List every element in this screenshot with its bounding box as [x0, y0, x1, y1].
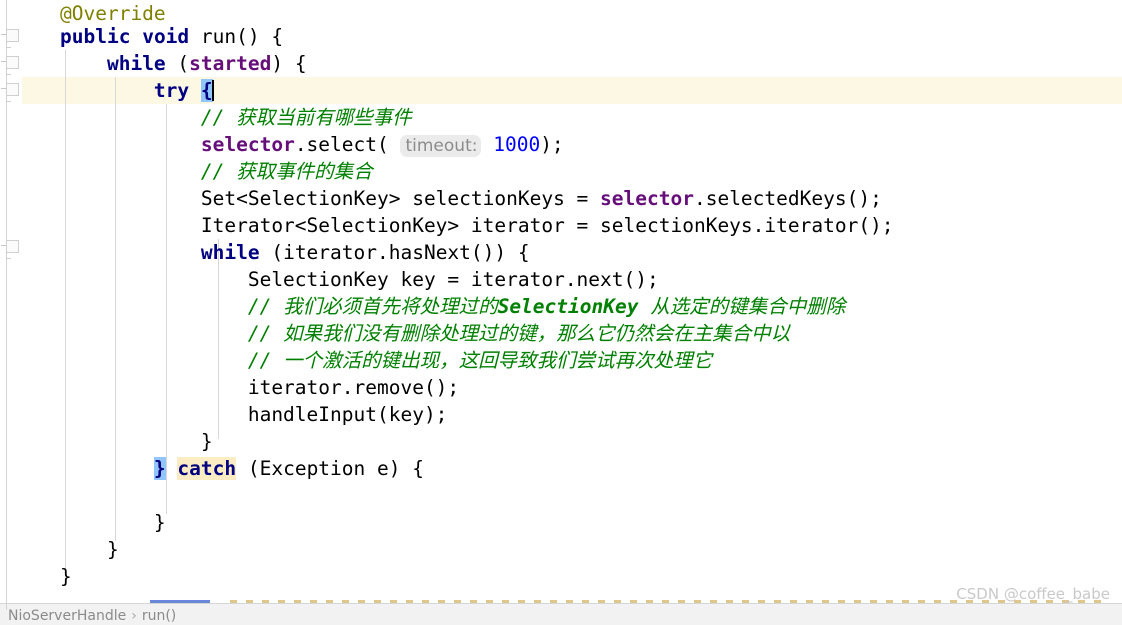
code-token-plain: ); — [540, 133, 564, 156]
fold-region-icon — [6, 29, 19, 42]
code-line[interactable]: try { — [0, 77, 214, 104]
code-token-plain: } — [60, 430, 213, 453]
fold-tail-tip-icon — [6, 101, 11, 102]
code-line[interactable]: Set<SelectionKey> selectionKeys = select… — [0, 185, 882, 212]
code-token-cmt: // 我们必须首先将处理过的 — [247, 295, 498, 318]
code-line[interactable]: } — [0, 509, 166, 536]
breadcrumb-bar[interactable]: NioServerHandle › run() — [0, 603, 1122, 625]
code-token-field: selector — [600, 187, 694, 210]
code-token-plain: ( — [165, 52, 190, 75]
code-line[interactable]: // 我们必须首先将处理过的SelectionKey 从选定的键集合中删除 — [0, 293, 845, 320]
code-token-kw-hl: catch — [177, 457, 237, 480]
code-token-num: 1000 — [493, 133, 541, 156]
code-token-plain: iterator.remove(); — [60, 376, 460, 399]
breadcrumb-item[interactable]: NioServerHandle — [8, 608, 126, 624]
code-token-plain: run() { — [189, 25, 284, 48]
code-token-cmt-b: SelectionKey — [497, 295, 639, 318]
code-token-cmt: 从选定的键集合中删除 — [638, 295, 846, 318]
code-line[interactable]: Iterator<SelectionKey> iterator = select… — [0, 212, 894, 239]
fold-marker-1[interactable] — [0, 54, 20, 75]
code-line[interactable]: } catch (Exception e) { — [0, 455, 424, 482]
code-line[interactable]: handleInput(key); — [0, 401, 448, 428]
fold-marker-2[interactable] — [0, 81, 20, 102]
code-token-kw: void — [142, 25, 190, 48]
code-token-kw: while — [200, 241, 260, 264]
fold-tail-tip-icon — [6, 258, 11, 259]
code-line[interactable]: public void run() { — [0, 23, 283, 50]
code-token-plain: (iterator.hasNext()) { — [259, 241, 530, 264]
text-caret — [211, 80, 214, 101]
fold-region-icon — [6, 240, 19, 253]
code-token-plain: (Exception e) { — [236, 457, 424, 480]
code-token-plain: .select( — [294, 133, 389, 156]
code-line[interactable]: // 一个激活的键出现，这回导致我们尝试再次处理它 — [0, 347, 712, 374]
fold-region-icon — [6, 56, 19, 69]
parameter-hint: timeout: — [400, 135, 482, 157]
watermark: CSDN @coffee_babe — [956, 585, 1110, 603]
code-token-plain: } — [60, 538, 119, 561]
code-line[interactable]: SelectionKey key = iterator.next(); — [0, 266, 659, 293]
code-token-kw: while — [106, 52, 166, 75]
code-line[interactable]: } — [0, 428, 213, 455]
code-token-plain: Set<SelectionKey> selectionKeys = — [60, 187, 601, 210]
code-token-cmt: // 获取当前有哪些事件 — [200, 106, 412, 129]
code-token-plain: } — [60, 565, 72, 588]
code-token-cmt: // 一个激活的键出现，这回导致我们尝试再次处理它 — [247, 349, 713, 372]
code-line[interactable]: // 获取当前有哪些事件 — [0, 104, 412, 131]
code-line[interactable]: while (iterator.hasNext()) { — [0, 239, 530, 266]
fold-marker-0[interactable] — [0, 27, 20, 48]
editor-gutter[interactable] — [0, 0, 22, 610]
code-line[interactable]: selector.select( timeout: 1000); — [0, 131, 564, 158]
fold-tail-tip-icon — [6, 47, 11, 48]
code-canvas[interactable]: @Override public void run() { while (star… — [0, 0, 1122, 610]
code-line[interactable]: // 如果我们没有删除处理过的键，那么它仍然会在主集合中以 — [0, 320, 790, 347]
code-token-kw: public — [60, 25, 131, 48]
code-line[interactable]: while (started) { — [0, 50, 307, 77]
code-token-cmt: // 如果我们没有删除处理过的键，那么它仍然会在主集合中以 — [247, 322, 791, 345]
code-token-anno: @Override — [60, 2, 166, 25]
code-token-field: selector — [200, 133, 295, 156]
fold-tail-tip-icon — [6, 74, 11, 75]
code-token-plain: .selectedKeys(); — [693, 187, 882, 210]
breadcrumb-item[interactable]: run() — [142, 608, 176, 624]
code-token-plain: SelectionKey key = iterator.next(); — [60, 268, 659, 291]
code-line[interactable]: iterator.remove(); — [0, 374, 459, 401]
breadcrumb-separator: › — [131, 608, 137, 624]
code-token-brace-hl: } — [153, 457, 166, 480]
code-line[interactable]: // 获取事件的集合 — [0, 158, 373, 185]
code-token-kw: try — [153, 79, 190, 102]
code-token-plain: handleInput(key); — [60, 403, 448, 426]
fold-marker-3[interactable] — [0, 238, 20, 259]
code-token-plain: ) { — [271, 52, 307, 75]
code-token-field: started — [189, 52, 272, 75]
breadcrumb[interactable]: NioServerHandle › run() — [8, 608, 176, 624]
code-token-plain: } — [60, 511, 166, 534]
code-token-plain: Iterator<SelectionKey> iterator = select… — [60, 214, 894, 237]
code-editor[interactable]: @Override public void run() { while (star… — [0, 0, 1122, 625]
code-token-cmt: // 获取事件的集合 — [200, 160, 373, 183]
fold-region-icon — [6, 83, 19, 96]
